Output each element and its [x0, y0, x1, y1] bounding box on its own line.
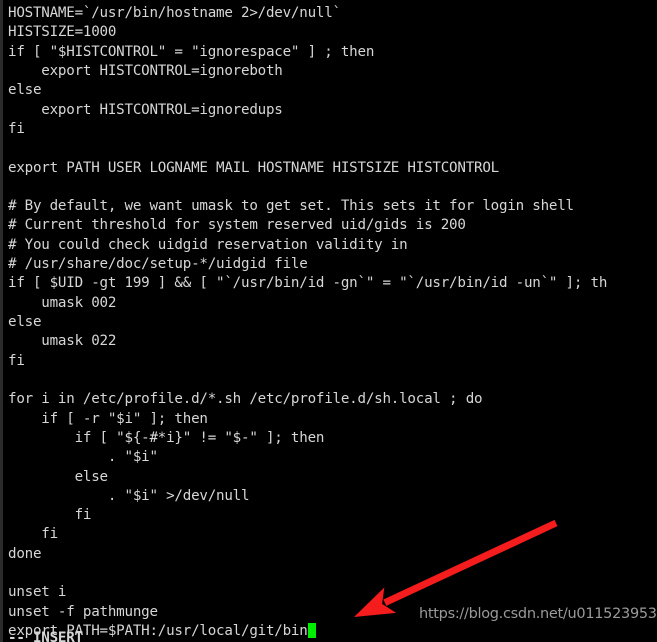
terminal-line: export HISTCONTROL=ignoredups: [8, 101, 283, 118]
terminal-line: fi: [8, 526, 58, 543]
terminal-line: umask 002: [8, 294, 117, 311]
terminal-line-list: HOSTNAME=`/usr/bin/hostname 2>/dev/null`…: [8, 4, 657, 622]
terminal-line: for i in /etc/profile.d/*.sh /etc/profil…: [8, 391, 483, 408]
terminal-line: fi: [8, 352, 25, 369]
terminal-line: else: [8, 468, 109, 485]
terminal-cursor-line[interactable]: export PATH=$PATH:/usr/local/git/bin: [8, 622, 657, 641]
terminal-line: # By default, we want umask to get set. …: [8, 198, 574, 215]
terminal-line: HOSTNAME=`/usr/bin/hostname 2>/dev/null`: [8, 5, 341, 21]
terminal-line: # You could check uidgid reservation val…: [8, 236, 408, 253]
terminal-line: # /usr/share/doc/setup-*/uidgid file: [8, 256, 308, 273]
terminal-line: . "$i": [8, 449, 158, 466]
terminal-line: if [ "${-#*i}" != "$-" ]; then: [8, 429, 325, 446]
terminal-line: fi: [8, 507, 92, 524]
terminal-line: done: [8, 545, 42, 562]
terminal-line: export PATH USER LOGNAME MAIL HOSTNAME H…: [8, 159, 499, 176]
terminal-window[interactable]: HOSTNAME=`/usr/bin/hostname 2>/dev/null`…: [0, 0, 657, 642]
text-cursor: [307, 623, 316, 638]
terminal-line: export HISTCONTROL=ignoreboth: [8, 62, 283, 79]
terminal-line: if [ $UID -gt 199 ] && [ "`/usr/bin/id -…: [8, 275, 608, 292]
terminal-line: else: [8, 82, 42, 99]
terminal-line: HISTSIZE=1000: [8, 24, 117, 41]
terminal-line: if [ -r "$i" ]; then: [8, 410, 208, 427]
terminal-line: umask 022: [8, 333, 117, 350]
terminal-text-area[interactable]: HOSTNAME=`/usr/bin/hostname 2>/dev/null`…: [3, 0, 657, 642]
terminal-line: fi: [8, 120, 25, 137]
vim-status-line: -- INSERT: [8, 629, 83, 642]
watermark-url: https://blog.csdn.net/u011523953: [419, 606, 657, 622]
terminal-line: # Current threshold for system reserved …: [8, 217, 466, 234]
terminal-line: unset i: [8, 584, 67, 601]
terminal-line: . "$i" >/dev/null: [8, 487, 250, 504]
terminal-line: if [ "$HISTCONTROL" = "ignorespace" ] ; …: [8, 43, 375, 60]
terminal-line: else: [8, 314, 42, 330]
